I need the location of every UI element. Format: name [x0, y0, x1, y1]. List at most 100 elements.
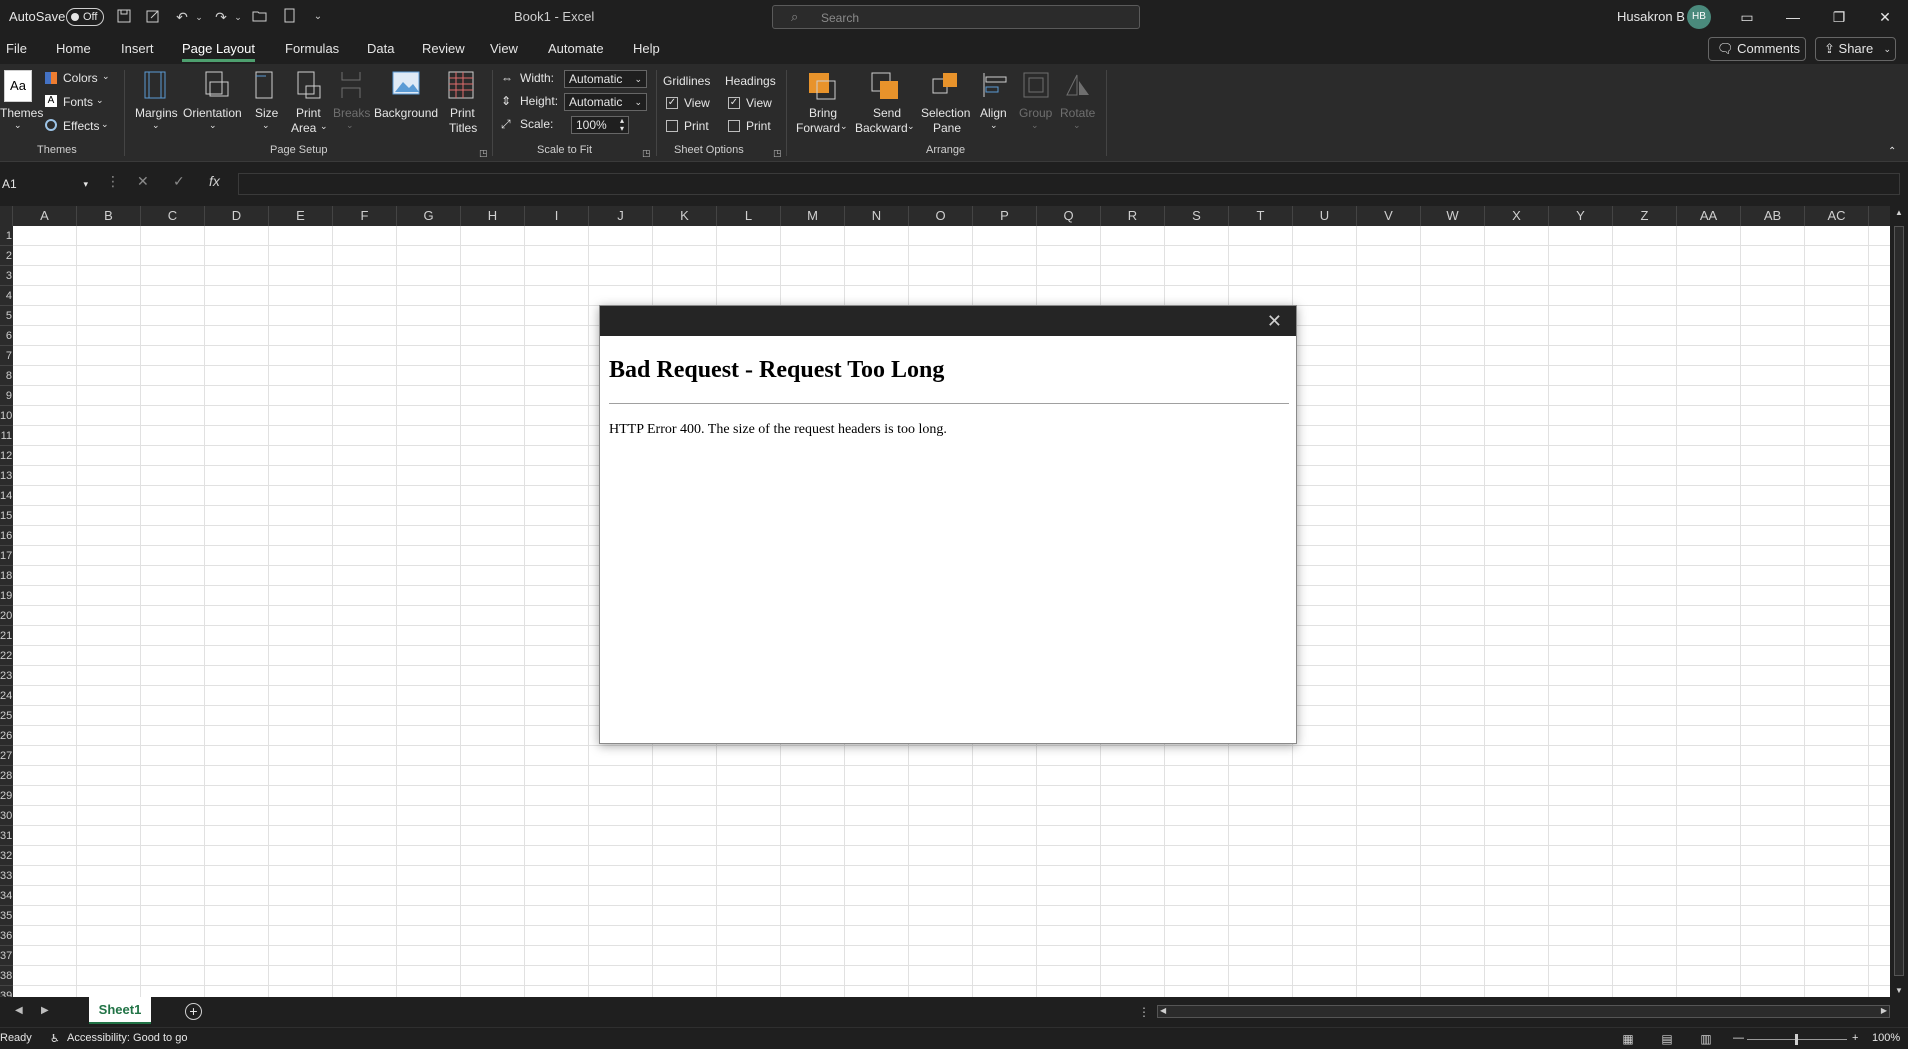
tab-file[interactable]: File	[6, 41, 27, 56]
row-header[interactable]: 39	[0, 986, 13, 997]
scroll-right-icon[interactable]: ▶	[1881, 1006, 1887, 1015]
zoom-level[interactable]: 100%	[1872, 1032, 1900, 1044]
column-header[interactable]: E	[269, 206, 333, 226]
column-header[interactable]: P	[973, 206, 1037, 226]
open-folder-icon[interactable]	[251, 8, 269, 26]
close-icon[interactable]: ✕	[1267, 311, 1282, 332]
row-header[interactable]: 6	[0, 326, 13, 346]
scroll-thumb[interactable]	[1894, 226, 1904, 976]
insert-function-icon[interactable]: fx	[209, 173, 220, 189]
zoom-in-icon[interactable]: +	[1852, 1032, 1858, 1044]
print-area-icon[interactable]	[296, 70, 322, 103]
tab-home[interactable]: Home	[56, 41, 91, 56]
headings-print-checkbox[interactable]	[728, 120, 740, 132]
add-sheet-icon[interactable]: +	[185, 1003, 202, 1020]
row-header[interactable]: 12	[0, 446, 13, 466]
tab-view[interactable]: View	[490, 41, 518, 56]
bring-forward-dropdown-icon[interactable]: ⌄	[840, 121, 848, 132]
print-titles-icon[interactable]	[447, 70, 475, 103]
prev-sheet-icon[interactable]: ◀	[15, 1005, 23, 1016]
row-header[interactable]: 28	[0, 766, 13, 786]
selection-pane-icon[interactable]	[931, 71, 961, 104]
size-dropdown-icon[interactable]: ⌄	[262, 120, 270, 131]
width-dropdown[interactable]: Automatic ⌄	[564, 70, 647, 88]
row-header[interactable]: 1	[0, 226, 13, 246]
close-window-icon[interactable]: ✕	[1862, 0, 1908, 34]
more-options-icon[interactable]: ⋮	[1138, 1005, 1150, 1019]
column-header[interactable]: A	[13, 206, 77, 226]
row-header[interactable]: 8	[0, 366, 13, 386]
column-header[interactable]: Y	[1549, 206, 1613, 226]
margins-button[interactable]: Margins	[135, 106, 178, 120]
tab-help[interactable]: Help	[633, 41, 660, 56]
row-header[interactable]: 22	[0, 646, 13, 666]
fonts-button[interactable]: Fonts	[63, 95, 93, 109]
more-options-icon[interactable]: ⋮	[106, 173, 120, 190]
gridlines-view-checkbox[interactable]: ✓	[666, 97, 678, 109]
headings-view-checkbox[interactable]: ✓	[728, 97, 740, 109]
autosave-toggle[interactable]: Off	[66, 8, 104, 26]
sheet-options-launcher-icon[interactable]: ◳	[773, 148, 782, 159]
column-header[interactable]: C	[141, 206, 205, 226]
accessibility-status[interactable]: Accessibility: Good to go	[67, 1032, 187, 1044]
row-header[interactable]: 18	[0, 566, 13, 586]
row-header[interactable]: 35	[0, 906, 13, 926]
themes-button[interactable]: Themes	[0, 106, 43, 120]
zoom-out-icon[interactable]: —	[1733, 1032, 1744, 1044]
print-area-label-1[interactable]: Print	[296, 106, 321, 120]
row-header[interactable]: 24	[0, 686, 13, 706]
save-icon[interactable]	[115, 8, 133, 26]
restore-icon[interactable]: ❐	[1816, 0, 1862, 34]
column-header[interactable]: H	[461, 206, 525, 226]
scroll-up-icon[interactable]: ▲	[1895, 208, 1903, 217]
selection-pane-label-2[interactable]: Pane	[933, 121, 961, 135]
column-header[interactable]: I	[525, 206, 589, 226]
row-header[interactable]: 23	[0, 666, 13, 686]
margins-icon[interactable]	[143, 70, 167, 103]
column-header[interactable]: N	[845, 206, 909, 226]
row-header[interactable]: 9	[0, 386, 13, 406]
zoom-slider-knob[interactable]	[1795, 1034, 1798, 1045]
next-sheet-icon[interactable]: ▶	[41, 1005, 49, 1016]
row-header[interactable]: 16	[0, 526, 13, 546]
print-area-label-2[interactable]: Area	[291, 121, 316, 135]
selection-pane-label-1[interactable]: Selection	[921, 106, 970, 120]
row-header[interactable]: 14	[0, 486, 13, 506]
row-header[interactable]: 3	[0, 266, 13, 286]
themes-dropdown-icon[interactable]: ⌄	[14, 120, 22, 131]
zoom-slider[interactable]	[1747, 1034, 1847, 1045]
row-header[interactable]: 30	[0, 806, 13, 826]
column-header[interactable]: D	[205, 206, 269, 226]
name-box-dropdown-icon[interactable]: ▾	[83, 173, 88, 195]
formula-input[interactable]	[238, 173, 1900, 195]
margins-dropdown-icon[interactable]: ⌄	[152, 120, 160, 131]
row-header[interactable]: 4	[0, 286, 13, 306]
collapse-ribbon-icon[interactable]: ⌃	[1888, 146, 1896, 157]
sheet-tab[interactable]: Sheet1	[89, 997, 151, 1024]
column-header[interactable]: AB	[1741, 206, 1805, 226]
fonts-dropdown-icon[interactable]: ⌄	[96, 95, 104, 106]
themes-icon[interactable]: Aa	[4, 70, 32, 102]
share-dropdown-icon[interactable]: ⌄	[1883, 38, 1891, 60]
row-header[interactable]: 7	[0, 346, 13, 366]
comments-button[interactable]: 🗨 Comments	[1708, 37, 1806, 61]
normal-view-icon[interactable]: ▦	[1617, 1031, 1639, 1047]
scale-to-fit-launcher-icon[interactable]: ◳	[642, 148, 651, 159]
column-header[interactable]: J	[589, 206, 653, 226]
column-header[interactable]: Q	[1037, 206, 1101, 226]
row-header[interactable]: 5	[0, 306, 13, 326]
row-header[interactable]: 26	[0, 726, 13, 746]
height-dropdown[interactable]: Automatic ⌄	[564, 93, 647, 111]
tab-insert[interactable]: Insert	[121, 41, 154, 56]
tab-data[interactable]: Data	[367, 41, 394, 56]
ribbon-display-icon[interactable]: ▭	[1724, 0, 1770, 34]
column-header[interactable]: AC	[1805, 206, 1869, 226]
row-header[interactable]: 38	[0, 966, 13, 986]
background-icon[interactable]	[391, 70, 421, 101]
name-box[interactable]: A1 ▾	[0, 173, 92, 195]
effects-dropdown-icon[interactable]: ⌄	[101, 119, 109, 130]
column-header[interactable]: W	[1421, 206, 1485, 226]
row-header[interactable]: 10	[0, 406, 13, 426]
scroll-down-icon[interactable]: ▼	[1895, 986, 1903, 995]
send-backward-icon[interactable]	[870, 71, 900, 104]
